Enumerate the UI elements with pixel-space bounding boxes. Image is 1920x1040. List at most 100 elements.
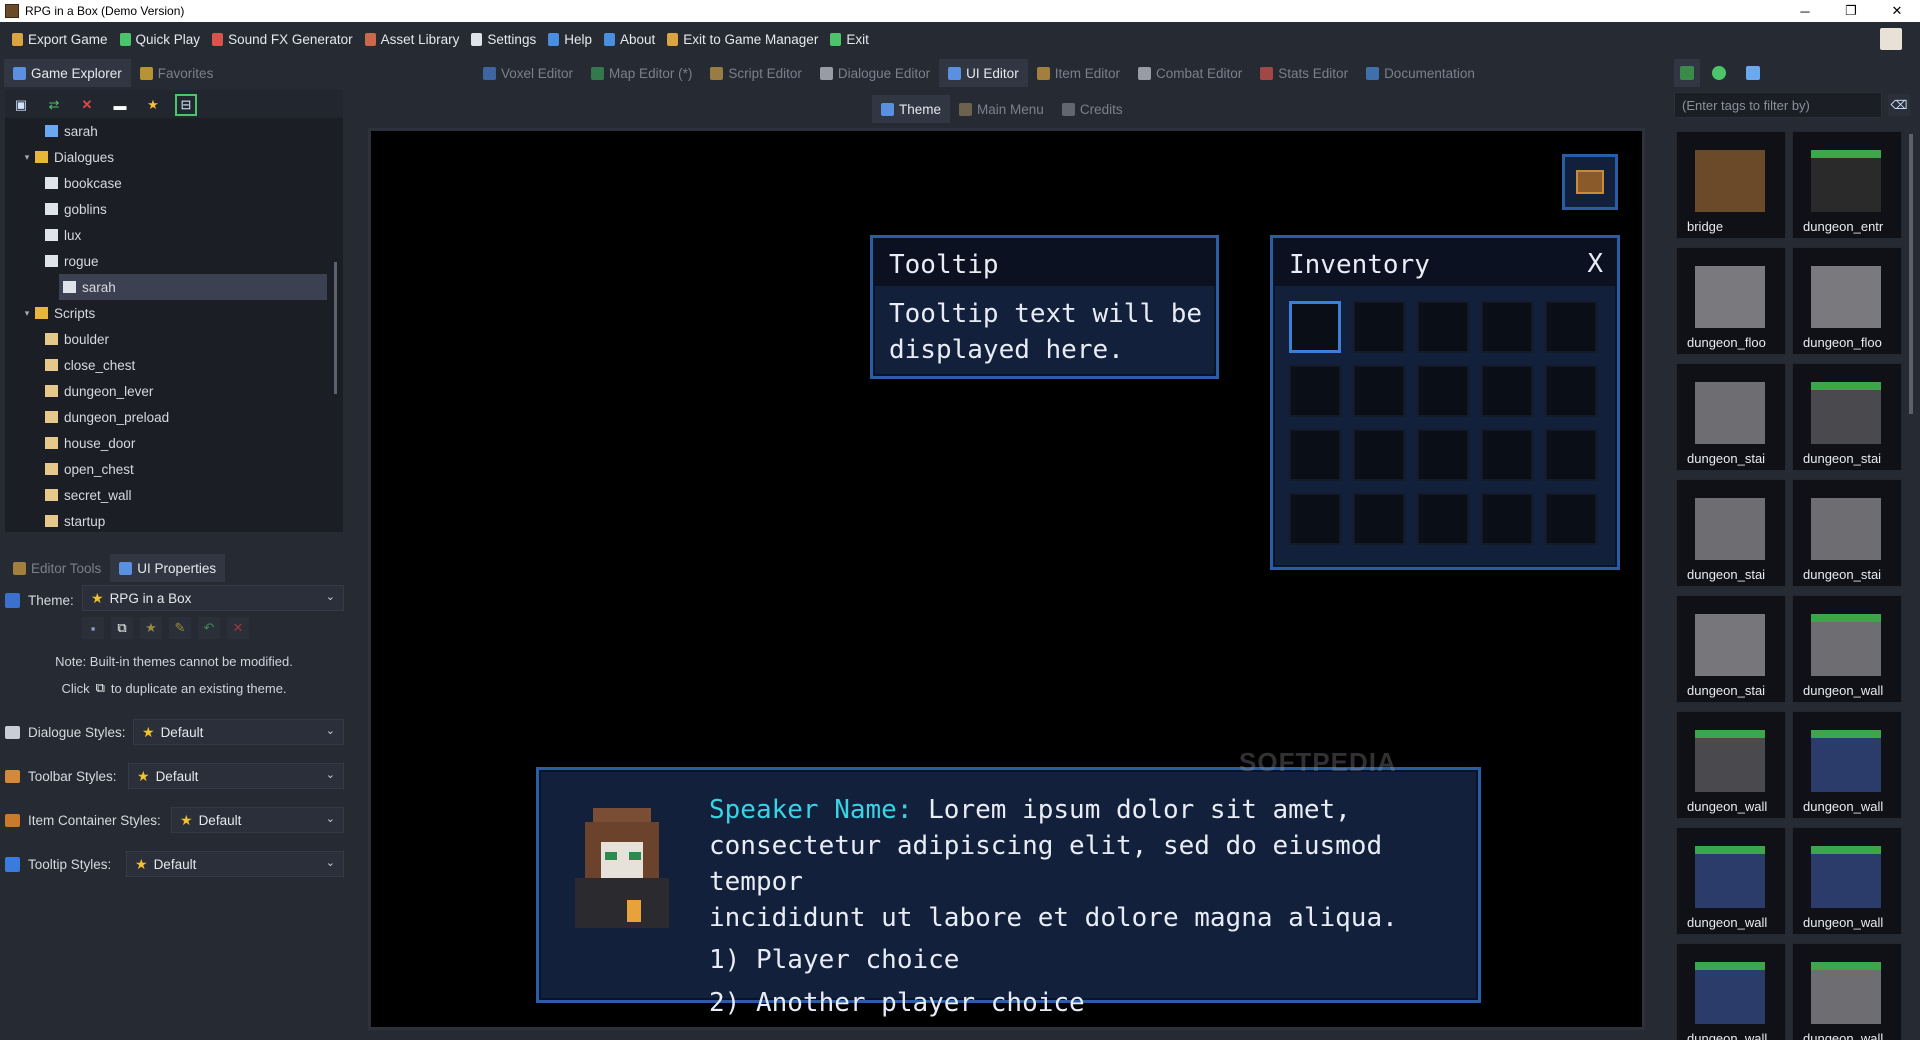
edit-theme-icon[interactable]: ✎ (169, 617, 191, 639)
asset-tile[interactable]: bridge (1676, 131, 1786, 239)
tree-folder[interactable]: ▾ Scripts (5, 300, 343, 326)
asset-tile[interactable]: dungeon_entr (1792, 131, 1902, 239)
tree-item[interactable]: lux (5, 222, 343, 248)
refresh-icon[interactable]: ⇄ (43, 94, 65, 116)
inventory-slot[interactable] (1481, 301, 1533, 353)
asset-tag-filter[interactable]: (Enter tags to filter by) (1674, 92, 1882, 118)
asset-tile[interactable]: dungeon_stai (1676, 595, 1786, 703)
menu-item-about[interactable]: About (598, 25, 661, 53)
tree-item[interactable]: sarah (5, 118, 343, 144)
toolbar-preview-button[interactable] (1562, 154, 1618, 210)
inventory-slot[interactable] (1481, 365, 1533, 417)
inventory-slot[interactable] (1545, 365, 1597, 417)
tab-theme[interactable]: Theme (872, 95, 951, 123)
inventory-slot[interactable] (1289, 493, 1341, 545)
menu-item-exit-to-game-manager[interactable]: Exit to Game Manager (661, 25, 824, 53)
asset-tile[interactable]: dungeon_wall (1676, 711, 1786, 819)
undo-theme-icon[interactable]: ↶ (198, 617, 220, 639)
clear-filter-icon[interactable]: ⌫ (1888, 94, 1910, 116)
inventory-close-button[interactable]: X (1587, 249, 1603, 279)
menu-item-sound-fx-generator[interactable]: Sound FX Generator (206, 25, 359, 53)
tooltip-styles-dropdown[interactable]: ★ Default ⌄ (126, 851, 344, 877)
theme-dropdown[interactable]: ★ RPG in a Box ⌄ (82, 585, 344, 611)
tree-scrollbar[interactable] (334, 262, 337, 394)
close-button[interactable]: ✕ (1874, 0, 1920, 22)
inventory-slot[interactable] (1353, 429, 1405, 481)
asset-tile[interactable]: dungeon_floo (1676, 247, 1786, 355)
tab-item-editor[interactable]: Item Editor (1028, 59, 1129, 87)
tree-item[interactable]: open_chest (5, 456, 343, 482)
tree-item[interactable]: dungeon_lever (5, 378, 343, 404)
asset-tile[interactable]: dungeon_wall (1792, 827, 1902, 935)
inventory-slot[interactable] (1353, 365, 1405, 417)
tab-main-menu[interactable]: Main Menu (950, 95, 1053, 123)
inventory-slot[interactable] (1289, 429, 1341, 481)
tab-voxel-editor[interactable]: Voxel Editor (474, 59, 582, 87)
inventory-slot[interactable] (1289, 301, 1341, 353)
tab-voxel-assets[interactable] (1674, 59, 1700, 87)
inventory-slot[interactable] (1417, 429, 1469, 481)
menu-item-export-game[interactable]: Export Game (6, 25, 114, 53)
tree-item[interactable]: dungeon_preload (5, 404, 343, 430)
asset-scrollbar[interactable] (1909, 134, 1913, 414)
tab-map-assets[interactable] (1704, 59, 1734, 87)
collapse-icon[interactable]: ▬ (109, 94, 131, 116)
favorite-theme-icon[interactable]: ★ (140, 617, 162, 639)
inventory-slot[interactable] (1481, 493, 1533, 545)
delete-icon[interactable]: ✕ (76, 94, 98, 116)
favorite-icon[interactable]: ★ (142, 94, 164, 116)
tab-ui-editor[interactable]: UI Editor (939, 59, 1028, 87)
new-item-icon[interactable]: ▣ (10, 94, 32, 116)
menu-item-exit[interactable]: Exit (824, 25, 875, 53)
tab-stats-editor[interactable]: Stats Editor (1251, 59, 1357, 87)
inventory-slot[interactable] (1353, 301, 1405, 353)
tab-favorites[interactable]: Favorites (131, 59, 223, 87)
tree-item[interactable]: boulder (5, 326, 343, 352)
tab-ui-properties[interactable]: UI Properties (110, 554, 226, 582)
menu-item-help[interactable]: Help (542, 25, 598, 53)
duplicate-theme-icon[interactable]: ⧉ (111, 617, 133, 639)
tree-item[interactable]: startup (5, 508, 343, 532)
delete-theme-icon[interactable]: ✕ (227, 617, 249, 639)
dialogue-styles-dropdown[interactable]: ★ Default ⌄ (133, 719, 344, 745)
inventory-slot[interactable] (1545, 493, 1597, 545)
tree-item[interactable]: rogue (5, 248, 343, 274)
tree-item[interactable]: secret_wall (5, 482, 343, 508)
tree-item[interactable]: bookcase (5, 170, 343, 196)
asset-tile[interactable]: dungeon_wall (1792, 711, 1902, 819)
avatar-icon[interactable] (1880, 28, 1902, 50)
chevron-down-icon[interactable]: ▾ (21, 152, 33, 163)
inventory-slot[interactable] (1481, 429, 1533, 481)
tab-character-assets[interactable] (1738, 59, 1768, 87)
inventory-slot[interactable] (1417, 301, 1469, 353)
toolbar-styles-dropdown[interactable]: ★ Default ⌄ (128, 763, 344, 789)
save-theme-icon[interactable]: ▪ (82, 617, 104, 639)
menu-item-quick-play[interactable]: Quick Play (114, 25, 207, 53)
maximize-button[interactable]: ❐ (1828, 0, 1874, 22)
tree-item[interactable]: goblins (5, 196, 343, 222)
chevron-down-icon[interactable]: ▾ (21, 308, 33, 319)
tree-item[interactable]: sarah (59, 274, 327, 300)
player-choice-1[interactable]: 1) Player choice (709, 942, 1469, 978)
link-icon[interactable]: ⊟ (175, 94, 197, 116)
asset-tile[interactable]: dungeon_stai (1792, 363, 1902, 471)
asset-tile[interactable]: dungeon_wall (1792, 943, 1902, 1040)
inventory-slot[interactable] (1353, 493, 1405, 545)
asset-tile[interactable]: dungeon_stai (1792, 479, 1902, 587)
tab-script-editor[interactable]: Script Editor (701, 59, 811, 87)
inventory-slot[interactable] (1545, 301, 1597, 353)
menu-item-asset-library[interactable]: Asset Library (359, 25, 466, 53)
inventory-slot[interactable] (1545, 429, 1597, 481)
item-container-styles-dropdown[interactable]: ★ Default ⌄ (171, 807, 344, 833)
menu-item-settings[interactable]: Settings (465, 25, 542, 53)
tab-documentation[interactable]: Documentation (1357, 59, 1484, 87)
tab-combat-editor[interactable]: Combat Editor (1129, 59, 1251, 87)
tab-game-explorer[interactable]: Game Explorer (4, 59, 131, 87)
inventory-slot[interactable] (1417, 365, 1469, 417)
asset-tile[interactable]: dungeon_stai (1676, 479, 1786, 587)
tab-map-editor[interactable]: Map Editor (*) (582, 59, 701, 87)
asset-tile[interactable]: dungeon_floo (1792, 247, 1902, 355)
minimize-button[interactable]: ─ (1782, 0, 1828, 22)
tab-credits[interactable]: Credits (1053, 95, 1132, 123)
tree-item[interactable]: house_door (5, 430, 343, 456)
